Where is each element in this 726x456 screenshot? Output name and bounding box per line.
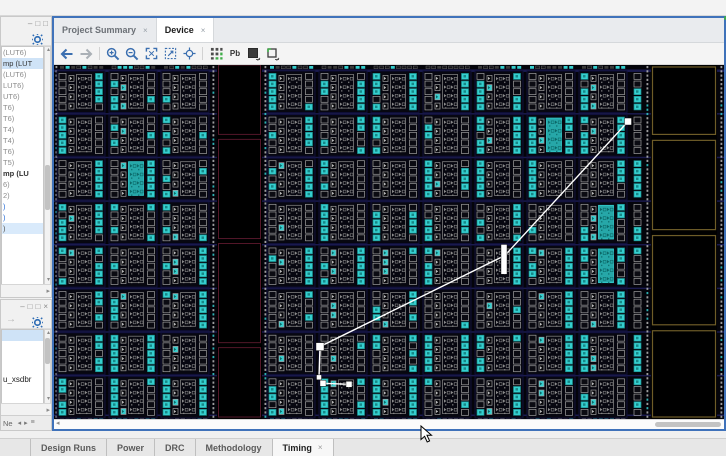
bottom-tab-label: Timing	[282, 442, 312, 453]
tabstrip-control-icon[interactable]: ◂	[18, 419, 22, 427]
bottom-tab-label: DRC	[165, 442, 185, 453]
window-button-icon[interactable]: –	[28, 19, 32, 28]
properties-vscrollbar[interactable]: ▴ ▾	[44, 329, 51, 404]
routing-resources-icon[interactable]	[207, 46, 225, 62]
netlist-tree-item[interactable]: T4)	[2, 135, 43, 146]
forward-icon[interactable]	[77, 46, 95, 62]
properties-list-item[interactable]	[2, 363, 43, 374]
window-button-icon[interactable]: □	[28, 302, 33, 311]
left-sidebar: – □ □ (LUT6) mp (LUT (LUT6) LUT6) UT6) T6) T6) T4…	[0, 16, 52, 431]
forward-arrow-icon[interactable]: →	[6, 314, 16, 325]
properties-tabstrip: Ne ◂ ▸ ≡	[1, 415, 51, 430]
document-tab[interactable]: Device ×	[156, 18, 215, 42]
document-tab-label: Device	[164, 25, 194, 35]
bottom-tab[interactable]: Design Runs ×	[30, 439, 106, 456]
bottom-tab-label: Methodology	[205, 442, 262, 453]
properties-list-item[interactable]	[2, 341, 43, 352]
window-button-icon[interactable]: ×	[43, 302, 48, 311]
netlist-tree-item[interactable]: T4)	[2, 124, 43, 135]
main-toolbar-strip	[0, 0, 726, 16]
tabstrip-control-icon[interactable]: ▸	[24, 419, 28, 427]
netlist-tree-item[interactable]: (LUT6)	[2, 69, 43, 80]
mark-cell-icon[interactable]	[264, 46, 282, 62]
bottom-tab[interactable]: Power ×	[106, 439, 154, 456]
bottom-tab-label: Power	[117, 442, 145, 453]
zoom-in-icon[interactable]	[104, 46, 122, 62]
properties-panel-toolbar: →	[1, 313, 51, 329]
netlist-tree-item[interactable]: )	[2, 223, 43, 234]
window-button-icon[interactable]: □	[35, 302, 40, 311]
properties-list-item[interactable]	[2, 352, 43, 363]
netlist-tree-item[interactable]: (LUT6)	[2, 47, 43, 58]
document-tabbar: Project Summary × Device ×	[54, 18, 724, 43]
device-panel: Project Summary × Device × Pb ◂	[52, 16, 726, 431]
device-fabric-view[interactable]	[54, 65, 724, 419]
document-tab[interactable]: Project Summary ×	[54, 18, 157, 42]
device-toolbar: Pb	[54, 16, 726, 65]
bottom-tab[interactable]: Timing ×	[271, 439, 334, 456]
bottom-tab-label: Design Runs	[41, 442, 97, 453]
netlist-tree-item[interactable]: LUT6)	[2, 80, 43, 91]
vscroll-thumb[interactable]	[45, 165, 50, 210]
window-button-icon[interactable]: □	[43, 19, 48, 28]
bottom-tab[interactable]: Methodology ×	[194, 439, 272, 456]
bottom-panel-area: Design Runs × Power × DRC × Methodology …	[0, 431, 726, 456]
netlist-tree-item[interactable]: T5)	[2, 157, 43, 168]
netlist-tree-item[interactable]: )	[2, 201, 43, 212]
close-icon[interactable]: ×	[201, 26, 206, 35]
document-tab-label: Project Summary	[62, 25, 137, 35]
autofit-selection-icon[interactable]	[180, 46, 198, 62]
window-button-icon[interactable]: –	[20, 302, 24, 311]
draw-pblock-icon[interactable]: Pb	[226, 16, 726, 62]
scroll-up-icon[interactable]: ▴	[45, 47, 52, 54]
netlist-tree-item[interactable]: T6)	[2, 113, 43, 124]
properties-list-item[interactable]: u_xsdbr	[2, 374, 43, 385]
scroll-up-icon[interactable]: ▴	[45, 330, 52, 337]
netlist-tree-item[interactable]: 2)	[2, 190, 43, 201]
netlist-tree-item[interactable]: T6)	[2, 146, 43, 157]
toolbar-separator	[202, 47, 203, 60]
back-icon[interactable]	[58, 46, 76, 62]
zoom-out-icon[interactable]	[123, 46, 141, 62]
tabstrip-control-icon[interactable]: ≡	[31, 419, 35, 427]
properties-panel: – □ □ × → u_xsdbr ▴ ▾ ▸ Ne ◂ ▸ ≡	[0, 299, 52, 431]
device-hscrollbar[interactable]: ◂	[54, 419, 724, 429]
netlist-tree-item[interactable]: UT6)	[2, 91, 43, 102]
highlight-block-icon[interactable]	[245, 46, 263, 62]
zoom-selection-icon[interactable]	[161, 46, 179, 62]
netlist-hscrollbar[interactable]: ▸	[1, 284, 51, 297]
netlist-panel-window-buttons: – □ □	[1, 17, 51, 30]
netlist-tree: (LUT6) mp (LUT (LUT6) LUT6) UT6) T6) T6) T4) T4)…	[1, 46, 44, 285]
close-icon[interactable]: ×	[318, 443, 323, 452]
netlist-panel: – □ □ (LUT6) mp (LUT (LUT6) LUT6) UT6) T6) T6) T4…	[0, 16, 52, 298]
properties-panel-window-buttons: – □ □ ×	[1, 300, 51, 313]
netlist-tree-item[interactable]: mp (LUT	[2, 58, 43, 69]
netlist-tree-item[interactable]: )	[2, 212, 43, 223]
scroll-right-icon[interactable]: ▸	[46, 287, 50, 295]
scroll-down-icon[interactable]: ▾	[45, 396, 52, 403]
hscroll-thumb[interactable]	[655, 421, 721, 427]
netlist-tree-item[interactable]: 6)	[2, 179, 43, 190]
netlist-tree-item[interactable]: mp (LU	[2, 168, 43, 179]
bottom-tabbar: Design Runs × Power × DRC × Methodology …	[0, 438, 726, 456]
window-button-icon[interactable]: □	[35, 19, 40, 28]
zoom-fit-icon[interactable]	[142, 46, 160, 62]
netlist-panel-toolbar	[1, 30, 51, 46]
properties-list-item[interactable]	[2, 330, 43, 341]
vscroll-thumb[interactable]	[45, 338, 50, 364]
close-icon[interactable]: ×	[143, 26, 148, 35]
netlist-vscrollbar[interactable]: ▴ ▾	[44, 46, 51, 285]
bottom-tab[interactable]: DRC ×	[154, 439, 195, 456]
properties-list: u_xsdbr	[1, 329, 44, 404]
netlist-tree-item[interactable]: T6)	[2, 102, 43, 113]
scroll-left-icon[interactable]: ◂	[56, 420, 60, 428]
scroll-right-icon[interactable]: ▸	[46, 406, 50, 414]
toolbar-separator	[99, 47, 100, 60]
tab-netlist-partial[interactable]: Ne	[3, 419, 13, 428]
scroll-down-icon[interactable]: ▾	[45, 277, 52, 284]
